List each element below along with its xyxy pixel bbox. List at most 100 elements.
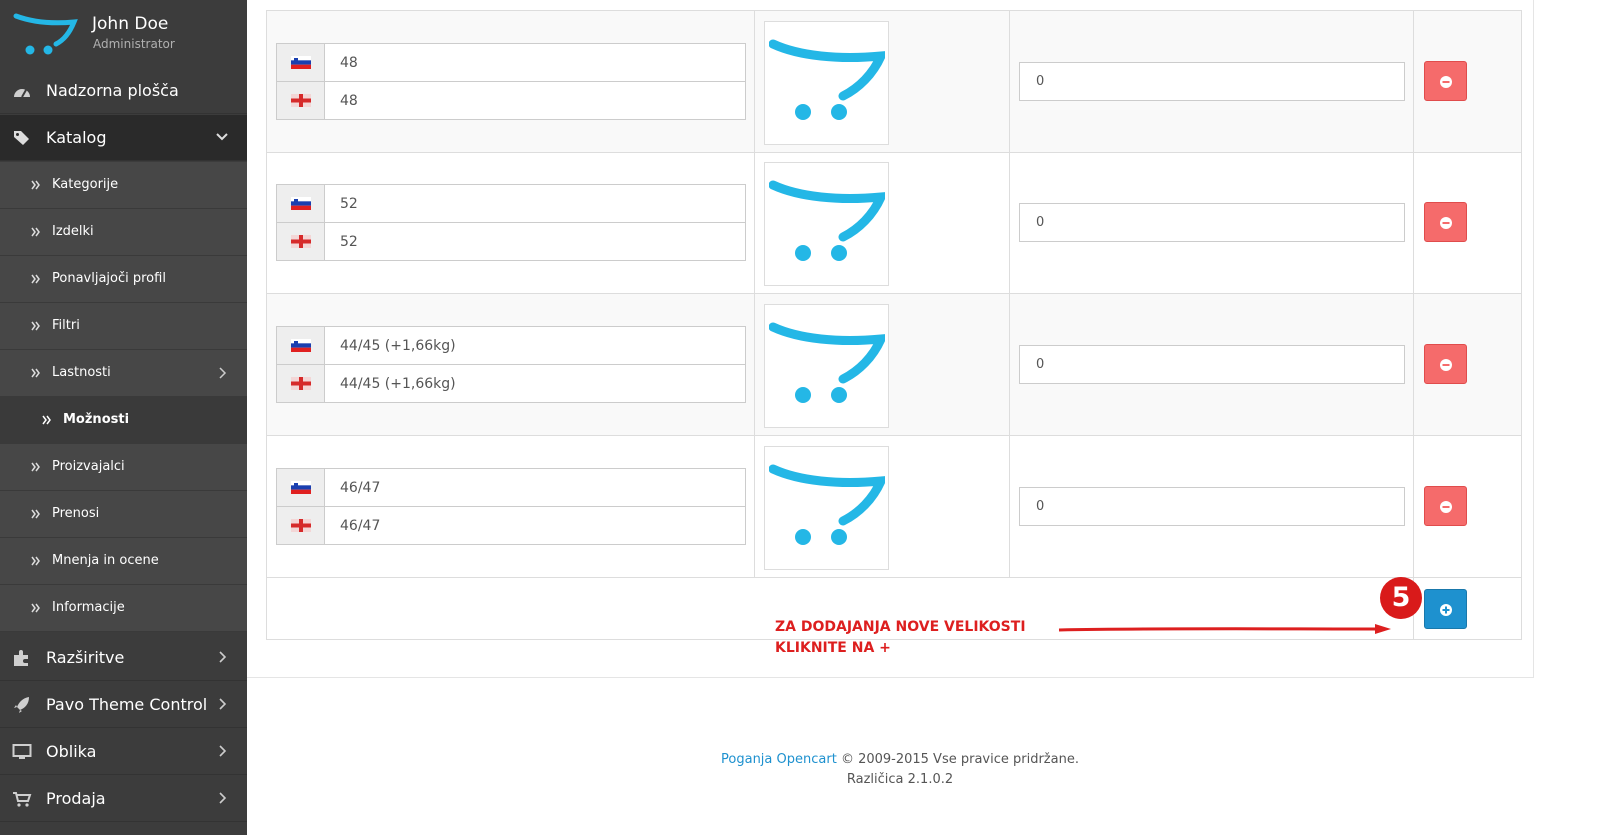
chevron-right-icon (219, 367, 227, 379)
option-name-en-field[interactable]: 44/45 (+1,66kg) (276, 364, 746, 403)
option-image[interactable] (764, 304, 889, 428)
instruction-annotation: ZA DODAJANJA NOVE VELIKOSTI KLIKNITE NA … (775, 617, 1075, 659)
double-chevron-icon (31, 603, 40, 613)
opencart-logo-icon (13, 13, 78, 55)
double-chevron-icon (31, 227, 40, 237)
sidebar-item-options[interactable]: Možnosti (0, 397, 247, 444)
plus-circle-icon (1440, 604, 1452, 616)
dashboard-icon (14, 89, 30, 98)
table-row: 46/47 46/47 (267, 436, 1521, 578)
sidebar-item-manufacturers[interactable]: Proizvajalci (0, 444, 247, 491)
double-chevron-icon (31, 509, 40, 519)
footer-rights: © 2009-2015 Vse pravice pridržane. (840, 752, 1079, 767)
option-name-sl-field[interactable]: 52 (276, 184, 746, 223)
menu-item-dashboard[interactable]: Nadzorna plošča (0, 68, 247, 114)
slovenia-flag-icon (291, 197, 311, 210)
double-chevron-icon (31, 180, 40, 190)
sort-order-input[interactable] (1019, 487, 1405, 526)
table-row: 48 48 (267, 11, 1521, 153)
menu-item-label: Pavo Theme Control (46, 695, 208, 714)
menu-item-label: Prodaja (46, 789, 106, 808)
option-image[interactable] (764, 162, 889, 286)
language-addon (277, 185, 325, 222)
uk-flag-icon (291, 519, 311, 532)
chevron-right-icon (219, 745, 227, 757)
option-name-sl-field[interactable]: 48 (276, 43, 746, 82)
option-name-value: 52 (340, 234, 358, 250)
sidebar-item-recurring-profiles[interactable]: Ponavljajoči profil (0, 256, 247, 303)
double-chevron-icon (31, 321, 40, 331)
minus-circle-icon (1440, 359, 1452, 371)
menu-item-design[interactable]: Oblika (0, 729, 247, 775)
menu-item-pavo-theme-control[interactable]: Pavo Theme Control (0, 682, 247, 728)
menu-item-label: Katalog (46, 128, 107, 147)
menu-item-sales[interactable]: Prodaja (0, 776, 247, 822)
menu-item-label: Razširitve (46, 648, 125, 667)
double-chevron-icon (31, 556, 40, 566)
sort-order-input[interactable] (1019, 62, 1405, 101)
remove-option-value-button[interactable] (1424, 202, 1467, 242)
sort-order-input[interactable] (1019, 203, 1405, 242)
sort-order-input[interactable] (1019, 345, 1405, 384)
sidebar-item-label: Mnenja in ocene (52, 553, 159, 568)
sidebar-item-label: Filtri (52, 318, 80, 333)
option-name-value: 44/45 (+1,66kg) (340, 338, 456, 354)
add-option-value-button[interactable] (1424, 589, 1467, 629)
double-chevron-icon (31, 368, 40, 378)
minus-circle-icon (1440, 501, 1452, 513)
option-image[interactable] (764, 446, 889, 570)
column-divider (1009, 11, 1010, 578)
sidebar-item-reviews[interactable]: Mnenja in ocene (0, 538, 247, 585)
cart-icon (13, 792, 32, 807)
remove-option-value-button[interactable] (1424, 344, 1467, 384)
option-name-value: 46/47 (340, 480, 381, 496)
user-name: John Doe (92, 14, 169, 34)
double-chevron-icon (42, 415, 51, 425)
footer-copyright-line: Poganja Opencart © 2009-2015 Vse pravice… (600, 750, 1200, 770)
sidebar-item-label: Kategorije (52, 177, 119, 192)
menu-item-label: Nadzorna plošča (46, 81, 179, 100)
sidebar-item-attributes[interactable]: Lastnosti (0, 350, 247, 397)
remove-option-value-button[interactable] (1424, 61, 1467, 101)
option-name-en-field[interactable]: 52 (276, 222, 746, 261)
option-name-value: 52 (340, 196, 358, 212)
option-name-en-field[interactable]: 46/47 (276, 506, 746, 545)
option-name-value: 46/47 (340, 518, 381, 534)
sidebar-item-label: Ponavljajoči profil (52, 271, 166, 286)
menu-item-extensions[interactable]: Razširitve (0, 635, 247, 681)
option-name-sl-field[interactable]: 44/45 (+1,66kg) (276, 326, 746, 365)
opencart-cart-image-icon (769, 39, 885, 120)
sidebar-item-label: Proizvajalci (52, 459, 125, 474)
option-image[interactable] (764, 21, 889, 145)
puzzle-icon (14, 650, 28, 666)
minus-circle-icon (1440, 217, 1452, 229)
option-values-table: 48 48 0 52 52 0 44/45 (+1,66kg) 44/45 (+… (266, 10, 1522, 656)
sidebar-item-information[interactable]: Informacije (0, 585, 247, 632)
sidebar-item-downloads[interactable]: Prenosi (0, 491, 247, 538)
language-addon (277, 507, 325, 544)
chevron-right-icon (219, 651, 227, 663)
option-name-sl-field[interactable]: 46/47 (276, 468, 746, 507)
option-name-en-field[interactable]: 48 (276, 81, 746, 120)
sidebar-item-filters[interactable]: Filtri (0, 303, 247, 350)
double-chevron-icon (31, 462, 40, 472)
slovenia-flag-icon (291, 339, 311, 352)
sidebar-item-categories[interactable]: Kategorije (0, 162, 247, 209)
remove-option-value-button[interactable] (1424, 486, 1467, 526)
opencart-cart-image-icon (769, 180, 885, 261)
column-divider (754, 11, 755, 578)
option-name-value: 48 (340, 93, 358, 109)
user-profile[interactable]: John Doe Administrator (0, 0, 247, 68)
sidebar-item-label: Izdelki (52, 224, 94, 239)
step-number-badge: 5 (1380, 577, 1422, 619)
chevron-right-icon (219, 792, 227, 804)
sidebar-item-products[interactable]: Izdelki (0, 209, 247, 256)
chevron-right-icon (219, 698, 227, 710)
column-divider (1413, 11, 1414, 639)
language-addon (277, 82, 325, 119)
double-chevron-icon (31, 274, 40, 284)
rocket-icon (14, 697, 29, 713)
menu-item-catalog[interactable]: Katalog (0, 115, 247, 161)
opencart-link[interactable]: Poganja Opencart (721, 752, 837, 767)
instruction-line: KLIKNITE NA + (775, 640, 891, 656)
